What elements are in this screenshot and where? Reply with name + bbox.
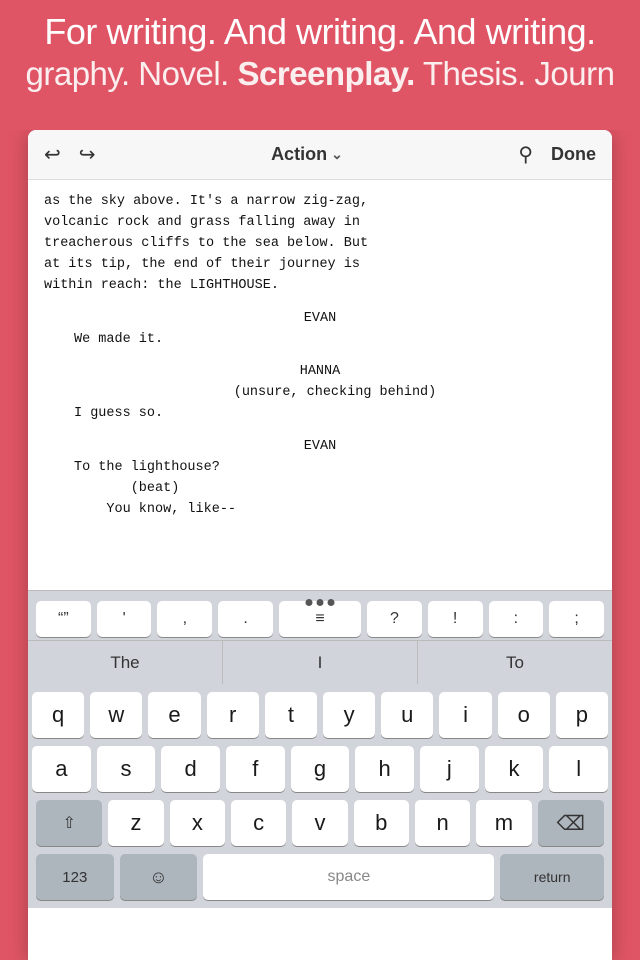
action-block: as the sky above. It's a narrow zig-zag,… [44,192,596,297]
dialogue-text-evan-1: We made it. [44,330,596,351]
toolbar-right: ⚲ Done [518,142,596,167]
predictive-bar: The I To [28,640,612,684]
acc-key-period[interactable]: . [218,601,273,637]
marketing-banner: For writing. And writing. And writing. g… [0,0,640,130]
dialogue-block-evan-1: EVAN We made it. [44,309,596,351]
key-b[interactable]: b [354,800,409,846]
accessory-dots [306,599,335,606]
key-u[interactable]: u [381,692,433,738]
screenplay-editor[interactable]: as the sky above. It's a narrow zig-zag,… [28,180,612,590]
key-n[interactable]: n [415,800,470,846]
search-button[interactable]: ⚲ [518,142,533,167]
character-name-hanna: HANNA [44,362,596,383]
dialogue-block-evan-2: EVAN To the lighthouse? (beat) You know,… [44,437,596,521]
key-e[interactable]: e [148,692,200,738]
key-y[interactable]: y [323,692,375,738]
acc-key-comma[interactable]: , [157,601,212,637]
key-g[interactable]: g [291,746,350,792]
key-x[interactable]: x [170,800,225,846]
acc-key-colon[interactable]: : [489,601,544,637]
key-s[interactable]: s [97,746,156,792]
key-v[interactable]: v [292,800,347,846]
toolbar-left: ↩ ↪ [44,142,96,167]
key-w[interactable]: w [90,692,142,738]
phone-frame: ↩ ↪ Action ⌄ ⚲ Done as the sky above. It… [28,130,612,960]
character-name-evan-2: EVAN [44,437,596,458]
marketing-line1: For writing. And writing. And writing. [0,10,640,53]
dot-3 [328,599,335,606]
undo-button[interactable]: ↩ [44,142,61,167]
key-l[interactable]: l [549,746,608,792]
key-f[interactable]: f [226,746,285,792]
key-q[interactable]: q [32,692,84,738]
dialogue-text-evan-2: To the lighthouse? (beat) You know, like… [44,458,596,521]
pred-to[interactable]: To [418,641,612,684]
dot-1 [306,599,313,606]
key-row-4: 123 ☺ space return [32,850,608,904]
backspace-key[interactable] [538,800,604,846]
action-menu-button[interactable]: Action ⌄ [271,144,343,165]
dialogue-block-hanna: HANNA (unsure, checking behind) I guess … [44,362,596,425]
accessory-bar: “” ' , . ≡ ? ! : ; [28,590,612,640]
key-k[interactable]: k [485,746,544,792]
dialogue-text-hanna: I guess so. [44,404,596,425]
key-r[interactable]: r [207,692,259,738]
toolbar: ↩ ↪ Action ⌄ ⚲ Done [28,130,612,180]
key-j[interactable]: j [420,746,479,792]
character-name-evan: EVAN [44,309,596,330]
acc-key-question[interactable]: ? [367,601,422,637]
shift-key[interactable]: ⇧ [36,800,102,846]
dot-2 [317,599,324,606]
marketing-line2: graphy. Novel. Screenplay. Thesis. Journ [0,53,640,96]
numbers-key[interactable]: 123 [36,854,114,900]
key-row-1: q w e r t y u i o p [32,692,608,738]
key-row-3: ⇧ z x c v b n m [32,800,608,850]
key-m[interactable]: m [476,800,531,846]
acc-key-apostrophe[interactable]: ' [97,601,152,637]
chevron-down-icon: ⌄ [331,146,343,163]
key-h[interactable]: h [355,746,414,792]
marketing-line2-before: graphy. Novel. [26,55,238,92]
accessory-keys: “” ' , . ≡ ? ! : ; [28,591,612,641]
marketing-line2-after: Thesis. Journ [415,55,615,92]
space-key[interactable]: space [203,854,494,900]
pred-the[interactable]: The [28,641,223,684]
redo-button[interactable]: ↪ [79,142,96,167]
parenthetical-hanna: (unsure, checking behind) [44,383,596,404]
acc-key-exclaim[interactable]: ! [428,601,483,637]
marketing-line2-highlight: Screenplay. [238,55,415,92]
done-button[interactable]: Done [551,144,596,165]
key-p[interactable]: p [556,692,608,738]
key-i[interactable]: i [439,692,491,738]
acc-key-quotes[interactable]: “” [36,601,91,637]
pred-i[interactable]: I [223,641,418,684]
key-z[interactable]: z [108,800,163,846]
key-d[interactable]: d [161,746,220,792]
action-label: Action [271,144,327,165]
keyboard: q w e r t y u i o p a s d f g h j k l ⇧ … [28,684,612,908]
return-key[interactable]: return [500,854,604,900]
acc-key-semicolon[interactable]: ; [549,601,604,637]
key-o[interactable]: o [498,692,550,738]
key-t[interactable]: t [265,692,317,738]
emoji-key[interactable]: ☺ [120,854,198,900]
key-a[interactable]: a [32,746,91,792]
key-row-2: a s d f g h j k l [32,746,608,792]
key-c[interactable]: c [231,800,286,846]
